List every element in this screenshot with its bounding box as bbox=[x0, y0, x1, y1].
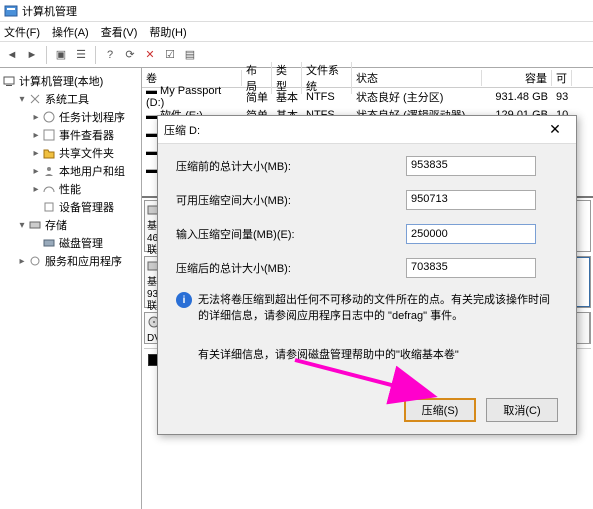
chevron-right-icon[interactable]: ▸ bbox=[30, 166, 42, 177]
close-icon[interactable]: ✕ bbox=[540, 121, 570, 138]
delete-icon[interactable]: ✕ bbox=[142, 47, 158, 63]
menu-action[interactable]: 操作(A) bbox=[52, 24, 89, 40]
before-size-value: 953835 bbox=[406, 156, 536, 176]
shrink-button[interactable]: 压缩(S) bbox=[404, 398, 476, 422]
device-icon bbox=[42, 200, 56, 214]
tree-services[interactable]: ▸ 服务和应用程序 bbox=[2, 252, 139, 270]
tree-task-scheduler[interactable]: ▸ 任务计划程序 bbox=[2, 108, 139, 126]
info-text: 无法将卷压缩到超出任何不可移动的文件所在的点。有关完成该操作时间的详细信息，请参… bbox=[198, 292, 558, 324]
window-title: 计算机管理 bbox=[22, 3, 77, 19]
storage-icon bbox=[28, 218, 42, 232]
avail-size-label: 可用压缩空间大小(MB): bbox=[176, 192, 406, 208]
menu-file[interactable]: 文件(F) bbox=[4, 24, 40, 40]
tree-device-manager[interactable]: 设备管理器 bbox=[2, 198, 139, 216]
menu-view[interactable]: 查看(V) bbox=[101, 24, 138, 40]
refresh-icon[interactable]: ⟳ bbox=[122, 47, 138, 63]
clock-icon bbox=[42, 110, 56, 124]
event-icon bbox=[42, 128, 56, 142]
info-icon: i bbox=[176, 292, 192, 308]
users-icon bbox=[42, 164, 56, 178]
cancel-button[interactable]: 取消(C) bbox=[486, 398, 558, 422]
tree-shared-folders[interactable]: ▸ 共享文件夹 bbox=[2, 144, 139, 162]
chevron-down-icon[interactable]: ▾ bbox=[16, 94, 28, 105]
tree-performance[interactable]: ▸ 性能 bbox=[2, 180, 139, 198]
gauge-icon bbox=[42, 182, 56, 196]
chevron-right-icon[interactable]: ▸ bbox=[30, 130, 42, 141]
app-icon bbox=[4, 4, 18, 18]
menu-help[interactable]: 帮助(H) bbox=[149, 24, 186, 40]
after-size-value: 703835 bbox=[406, 258, 536, 278]
chevron-right-icon[interactable]: ▸ bbox=[16, 256, 28, 267]
folder-icon bbox=[42, 146, 56, 160]
chevron-right-icon[interactable]: ▸ bbox=[30, 148, 42, 159]
chevron-right-icon[interactable]: ▸ bbox=[30, 184, 42, 195]
navigation-tree: 计算机管理(本地) ▾ 系统工具 ▸ 任务计划程序 ▸ 事件查看器 ▸ 共享文件… bbox=[0, 68, 142, 509]
tree-local-users[interactable]: ▸ 本地用户和组 bbox=[2, 162, 139, 180]
volume-row[interactable]: ▬ My Passport (D:)简单基本NTFS状态良好 (主分区)931.… bbox=[142, 88, 593, 106]
services-icon bbox=[28, 254, 42, 268]
tree-storage[interactable]: ▾ 存储 bbox=[2, 216, 139, 234]
avail-size-value: 950713 bbox=[406, 190, 536, 210]
shrink-dialog: 压缩 D: ✕ 压缩前的总计大小(MB): 953835 可用压缩空间大小(MB… bbox=[157, 115, 577, 435]
detail-text: 有关详细信息，请参阅磁盘管理帮助中的"收缩基本卷" bbox=[198, 346, 558, 362]
menu-bar: 文件(F) 操作(A) 查看(V) 帮助(H) bbox=[0, 22, 593, 42]
tree-root[interactable]: 计算机管理(本地) bbox=[2, 72, 139, 90]
help-icon[interactable]: ? bbox=[102, 47, 118, 63]
chevron-down-icon[interactable]: ▾ bbox=[16, 220, 28, 231]
forward-icon[interactable]: ► bbox=[24, 47, 40, 63]
dialog-titlebar: 压缩 D: ✕ bbox=[158, 116, 576, 144]
list-icon[interactable]: ▤ bbox=[182, 47, 198, 63]
col-free[interactable]: 可 bbox=[552, 70, 572, 86]
dialog-title-text: 压缩 D: bbox=[164, 122, 200, 138]
chevron-right-icon[interactable]: ▸ bbox=[30, 112, 42, 123]
wrench-icon bbox=[28, 92, 42, 106]
disk-icon bbox=[42, 236, 56, 250]
col-capacity[interactable]: 容量 bbox=[482, 70, 552, 86]
shrink-input[interactable] bbox=[406, 224, 536, 244]
tree-event-viewer[interactable]: ▸ 事件查看器 bbox=[2, 126, 139, 144]
shrink-input-label: 输入压缩空间量(MB)(E): bbox=[176, 226, 406, 242]
col-name[interactable]: 卷 bbox=[142, 70, 242, 86]
before-size-label: 压缩前的总计大小(MB): bbox=[176, 158, 406, 174]
back-icon[interactable]: ◄ bbox=[4, 47, 20, 63]
col-status[interactable]: 状态 bbox=[352, 70, 482, 86]
tree-system-tools[interactable]: ▾ 系统工具 bbox=[2, 90, 139, 108]
after-size-label: 压缩后的总计大小(MB): bbox=[176, 260, 406, 276]
up-icon[interactable]: ▣ bbox=[53, 47, 69, 63]
show-hide-icon[interactable]: ☰ bbox=[73, 47, 89, 63]
properties-icon[interactable]: ☑ bbox=[162, 47, 178, 63]
tree-disk-management[interactable]: 磁盘管理 bbox=[2, 234, 139, 252]
computer-icon bbox=[2, 74, 16, 88]
window-titlebar: 计算机管理 bbox=[0, 0, 593, 22]
